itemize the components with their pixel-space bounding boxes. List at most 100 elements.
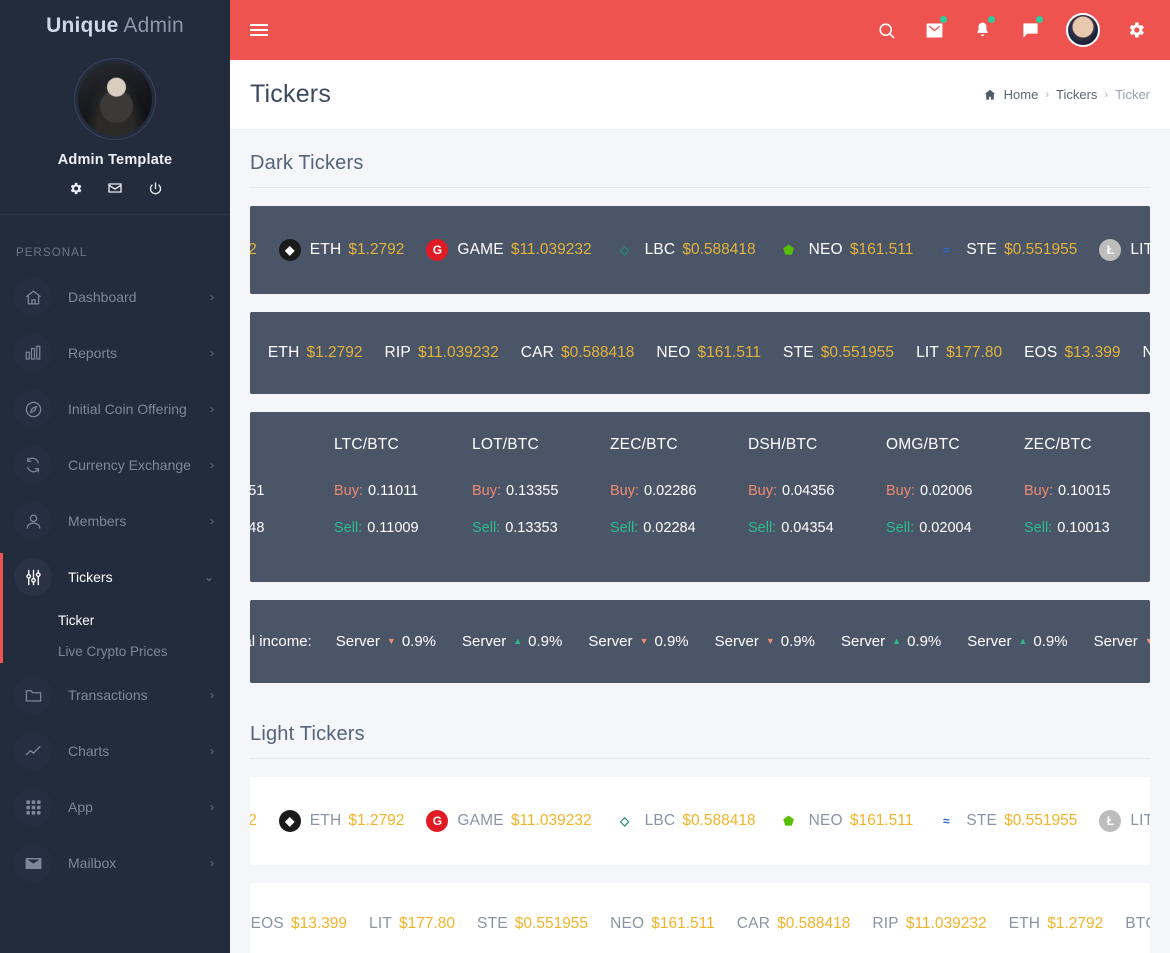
server-percent: 0.9% bbox=[1033, 633, 1068, 650]
brand-logo[interactable]: Unique Admin bbox=[0, 0, 230, 44]
ticker-item[interactable]: ETH $1.2792 bbox=[1009, 915, 1104, 933]
ticker-item[interactable]: LIT $177.80 bbox=[369, 915, 455, 933]
ticker-price: $0.588418 bbox=[682, 241, 756, 258]
sidebar-item-tickers[interactable]: Tickers ⌄ Ticker Live Crypto Prices bbox=[0, 549, 230, 667]
sidebar-item-initial-coin-offering[interactable]: Initial Coin Offering › bbox=[0, 381, 230, 437]
ticker-item[interactable]: ETH $1.2792 bbox=[268, 344, 363, 362]
ticker-strip: 039232 ◆ ETH $1.2792 G GAME $11.039232 ◇ bbox=[250, 206, 1150, 294]
ticker-item[interactable]: 039232 bbox=[250, 812, 257, 830]
pair-sell-value: 0.11009 bbox=[367, 520, 419, 536]
pair-column[interactable]: /BTC 0.01551 0.01548 bbox=[250, 436, 308, 536]
bell-icon[interactable] bbox=[970, 16, 995, 42]
avatar[interactable] bbox=[74, 58, 156, 140]
light-ticker-icons-card[interactable]: 039232 ◆ ETH $1.2792 G GAME $11.039232 ◇ bbox=[250, 777, 1150, 865]
mail-badge bbox=[940, 16, 947, 23]
dark-ticker-text-card[interactable]: 232 ETH $1.2792 RIP $11.039232 CAR $0.58… bbox=[250, 312, 1150, 394]
pair-column[interactable]: LTC/BTC Buy: 0.11011 Sell: 0.11009 bbox=[334, 436, 446, 536]
ticker-item[interactable]: LIT $177.80 bbox=[916, 344, 1002, 362]
gear-icon[interactable] bbox=[67, 180, 83, 196]
dark-ticker-pairs-card[interactable]: /BTC 0.01551 0.01548 LTC/BTC Buy:0.11011… bbox=[250, 412, 1150, 582]
sidebar-item-charts[interactable]: Charts › bbox=[0, 723, 230, 779]
sidebar-item-dashboard[interactable]: Dashboard › bbox=[0, 269, 230, 325]
light-ticker-text-card[interactable]: 4 EOS $13.399 LIT $177.80 STE $0.551955 bbox=[250, 883, 1150, 953]
ticker-item[interactable]: ≈ STE $0.551955 bbox=[935, 239, 1077, 261]
server-item[interactable]: Server ▼ 0.9% bbox=[1094, 633, 1150, 650]
pair-column[interactable]: ZEC/BTC Buy: 0.02286 Sell: 0.02284 bbox=[610, 436, 722, 536]
ticker-item[interactable]: EOS $13.399 bbox=[1024, 344, 1120, 362]
pair-column[interactable]: LOT/BTC Buy: 0.13355 Sell: 0.13353 bbox=[472, 436, 584, 536]
ticker-item[interactable]: Ł LIT $177.80 bbox=[1099, 810, 1150, 832]
pair-sell-value: 0.13353 bbox=[505, 520, 558, 536]
ticker-item[interactable]: STE $0.551955 bbox=[477, 915, 588, 933]
ticker-item[interactable]: ⬟ NEO $161.511 bbox=[778, 239, 913, 261]
search-icon[interactable] bbox=[874, 18, 898, 42]
hamburger-icon[interactable] bbox=[250, 24, 272, 36]
server-item[interactable]: Server ▲ 0.9% bbox=[841, 633, 941, 650]
pair-column[interactable]: OMG/BTC Buy: 0.02006 Sell: 0.02004 bbox=[886, 436, 998, 536]
ticker-item[interactable]: ◇ LBC $0.588418 bbox=[614, 239, 756, 261]
buy-label: Buy: bbox=[886, 483, 916, 499]
topbar-actions bbox=[874, 13, 1148, 47]
ticker-item[interactable]: ◆ ETH $1.2792 bbox=[278, 239, 404, 261]
ticker-item[interactable]: G GAME $11.039232 bbox=[426, 239, 592, 261]
user-avatar[interactable] bbox=[1066, 13, 1100, 47]
ticker-item[interactable]: G GAME $11.039232 bbox=[426, 810, 592, 832]
ticker-item[interactable]: Ł LIT $177.80 bbox=[1099, 239, 1150, 261]
mail-icon[interactable] bbox=[922, 16, 947, 42]
ticker-item[interactable]: ◆ ETH $1.2792 bbox=[278, 810, 404, 832]
ticker-item[interactable]: ⬟ NEO $161.511 bbox=[778, 810, 913, 832]
pair-buy: Buy: 0.11011 bbox=[334, 483, 446, 499]
brand-bold: Unique bbox=[46, 14, 119, 37]
sidebar-item-members[interactable]: Members › bbox=[0, 493, 230, 549]
sidebar-item-transactions[interactable]: Transactions › bbox=[0, 667, 230, 723]
neo-coin-icon: ⬟ bbox=[783, 243, 794, 257]
ticker-symbol: BTC bbox=[1125, 915, 1150, 932]
server-item[interactable]: Server ▼ 0.9% bbox=[588, 633, 688, 650]
sidebar-item-currency-exchange[interactable]: Currency Exchange › bbox=[0, 437, 230, 493]
ticker-symbol: STE bbox=[477, 915, 508, 932]
ticker-item[interactable]: NEO $161.511 bbox=[610, 915, 715, 933]
breadcrumb-tickers[interactable]: Tickers bbox=[1056, 87, 1097, 102]
breadcrumb-current: Ticker bbox=[1115, 87, 1150, 102]
ticker-item[interactable]: NEO $161.511 bbox=[656, 344, 761, 362]
ticker-symbol: STE bbox=[966, 241, 998, 258]
ticker-item[interactable]: EOS $13.399 bbox=[251, 915, 347, 933]
server-item[interactable]: Server ▼ 0.9% bbox=[715, 633, 815, 650]
ticker-item[interactable]: CAR $0.588418 bbox=[521, 344, 635, 362]
ticker-item[interactable]: CAR $0.588418 bbox=[737, 915, 851, 933]
pair-column[interactable]: ZEC/BTC Buy: 0.10015 Sell: 0.10013 bbox=[1024, 436, 1136, 536]
sidebar-subitem-ticker[interactable]: Ticker bbox=[0, 605, 230, 636]
ticker-item[interactable]: ◇ LBC $0.588418 bbox=[614, 810, 756, 832]
sell-label: Sell: bbox=[610, 520, 639, 536]
power-icon[interactable] bbox=[147, 180, 163, 196]
ticker-price: $11.039232 bbox=[417, 344, 499, 361]
sidebar-item-mailbox[interactable]: Mailbox › bbox=[0, 835, 230, 891]
ticker-item[interactable]: RIP $11.039232 bbox=[872, 915, 986, 933]
ticker-item[interactable]: RIP $11.039232 bbox=[385, 344, 499, 362]
chat-icon[interactable] bbox=[1018, 16, 1043, 42]
ticker-price: $0.551955 bbox=[820, 344, 895, 361]
mail-icon[interactable] bbox=[107, 180, 123, 196]
ticker-item[interactable]: STE $0.551955 bbox=[783, 344, 894, 362]
ticker-item[interactable]: NEO $161.511 bbox=[1142, 344, 1150, 362]
sidebar-subitem-live-crypto-prices[interactable]: Live Crypto Prices bbox=[0, 636, 230, 667]
sell-label: Sell: bbox=[472, 520, 501, 536]
server-item[interactable]: Server ▲ 0.9% bbox=[967, 633, 1067, 650]
dark-ticker-servers-card[interactable]: tential income: Server ▼ 0.9% Server ▲ 0… bbox=[250, 600, 1150, 683]
chevron-right-icon: › bbox=[210, 346, 214, 360]
sidebar-item-reports[interactable]: Reports › bbox=[0, 325, 230, 381]
home-icon bbox=[14, 278, 52, 316]
ticker-item[interactable]: 039232 bbox=[250, 241, 257, 259]
ticker-item[interactable]: BTC $11.039232 bbox=[1125, 915, 1150, 933]
ticker-symbol: LBC bbox=[644, 241, 676, 258]
server-item[interactable]: Server ▲ 0.9% bbox=[462, 633, 562, 650]
server-item[interactable]: Server ▼ 0.9% bbox=[336, 633, 436, 650]
breadcrumb-home[interactable]: Home bbox=[1004, 87, 1039, 102]
sidebar-nav: Dashboard › Reports › Initial Coin Offer… bbox=[0, 269, 230, 891]
ticker-price: $13.399 bbox=[1064, 344, 1121, 361]
pair-column[interactable]: DSH/BTC Buy: 0.04356 Sell: 0.04354 bbox=[748, 436, 860, 536]
dark-ticker-icons-card[interactable]: 039232 ◆ ETH $1.2792 G GAME $11.039232 ◇ bbox=[250, 206, 1150, 294]
gear-icon[interactable] bbox=[1124, 18, 1148, 42]
ticker-item[interactable]: ≈ STE $0.551955 bbox=[935, 810, 1077, 832]
sidebar-item-app[interactable]: App › bbox=[0, 779, 230, 835]
